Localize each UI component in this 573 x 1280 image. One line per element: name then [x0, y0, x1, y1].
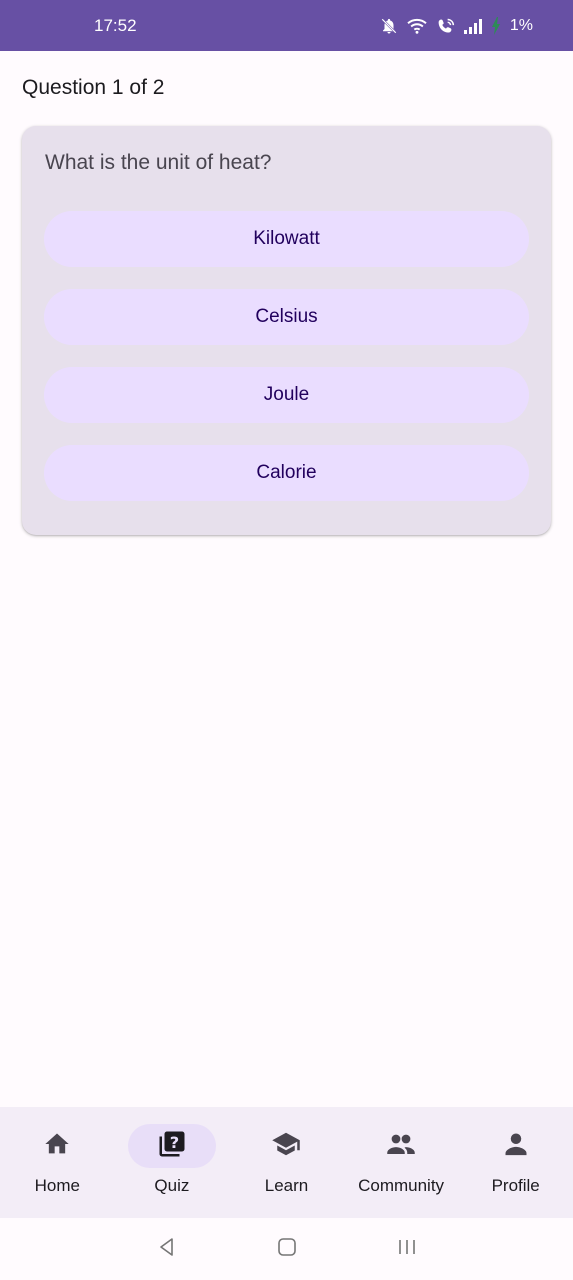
svg-text:?: ? — [170, 1132, 179, 1151]
battery-percent: 1% — [509, 16, 533, 34]
home-square-icon[interactable] — [277, 1237, 297, 1262]
nav-item-home[interactable]: Home — [0, 1107, 115, 1218]
status-bar: 17:52 1% — [0, 0, 573, 51]
signal-icon — [463, 18, 484, 34]
answer-option-joule[interactable]: Joule — [44, 367, 529, 423]
system-navigation-bar — [0, 1218, 573, 1280]
answer-option-celsius[interactable]: Celsius — [44, 289, 529, 345]
nav-item-community[interactable]: Community — [344, 1107, 459, 1218]
question-card: What is the unit of heat? Kilowatt Celsi… — [22, 126, 551, 535]
home-icon — [43, 1130, 71, 1163]
back-icon[interactable] — [157, 1237, 177, 1262]
bell-off-icon — [380, 17, 398, 35]
quiz-icon: ? — [157, 1129, 187, 1164]
battery-charging-icon — [491, 16, 500, 35]
nav-label-learn: Learn — [264, 1176, 309, 1195]
answer-option-kilowatt[interactable]: Kilowatt — [44, 211, 529, 267]
answer-option-calorie[interactable]: Calorie — [44, 445, 529, 501]
nav-item-learn[interactable]: Learn — [229, 1107, 344, 1218]
nav-active-indicator: ? — [127, 1124, 216, 1168]
nav-label-profile: Profile — [491, 1176, 540, 1195]
question-counter: Question 1 of 2 — [22, 76, 165, 99]
question-text: What is the unit of heat? — [45, 151, 272, 174]
person-icon — [502, 1129, 530, 1164]
status-time: 17:52 — [94, 15, 137, 35]
nav-label-community: Community — [358, 1176, 445, 1195]
recents-icon[interactable] — [397, 1237, 417, 1262]
people-icon — [385, 1129, 417, 1164]
wifi-icon — [406, 17, 428, 35]
wifi-call-icon — [436, 17, 456, 35]
nav-label-quiz: Quiz — [154, 1176, 190, 1195]
status-icons: 1% — [380, 16, 533, 35]
bottom-navigation: Home ? Quiz Learn Community Profile — [0, 1107, 573, 1218]
graduation-cap-icon — [271, 1129, 301, 1164]
nav-item-quiz[interactable]: ? Quiz — [115, 1107, 230, 1218]
nav-label-home: Home — [34, 1176, 80, 1195]
nav-item-profile[interactable]: Profile — [458, 1107, 573, 1218]
